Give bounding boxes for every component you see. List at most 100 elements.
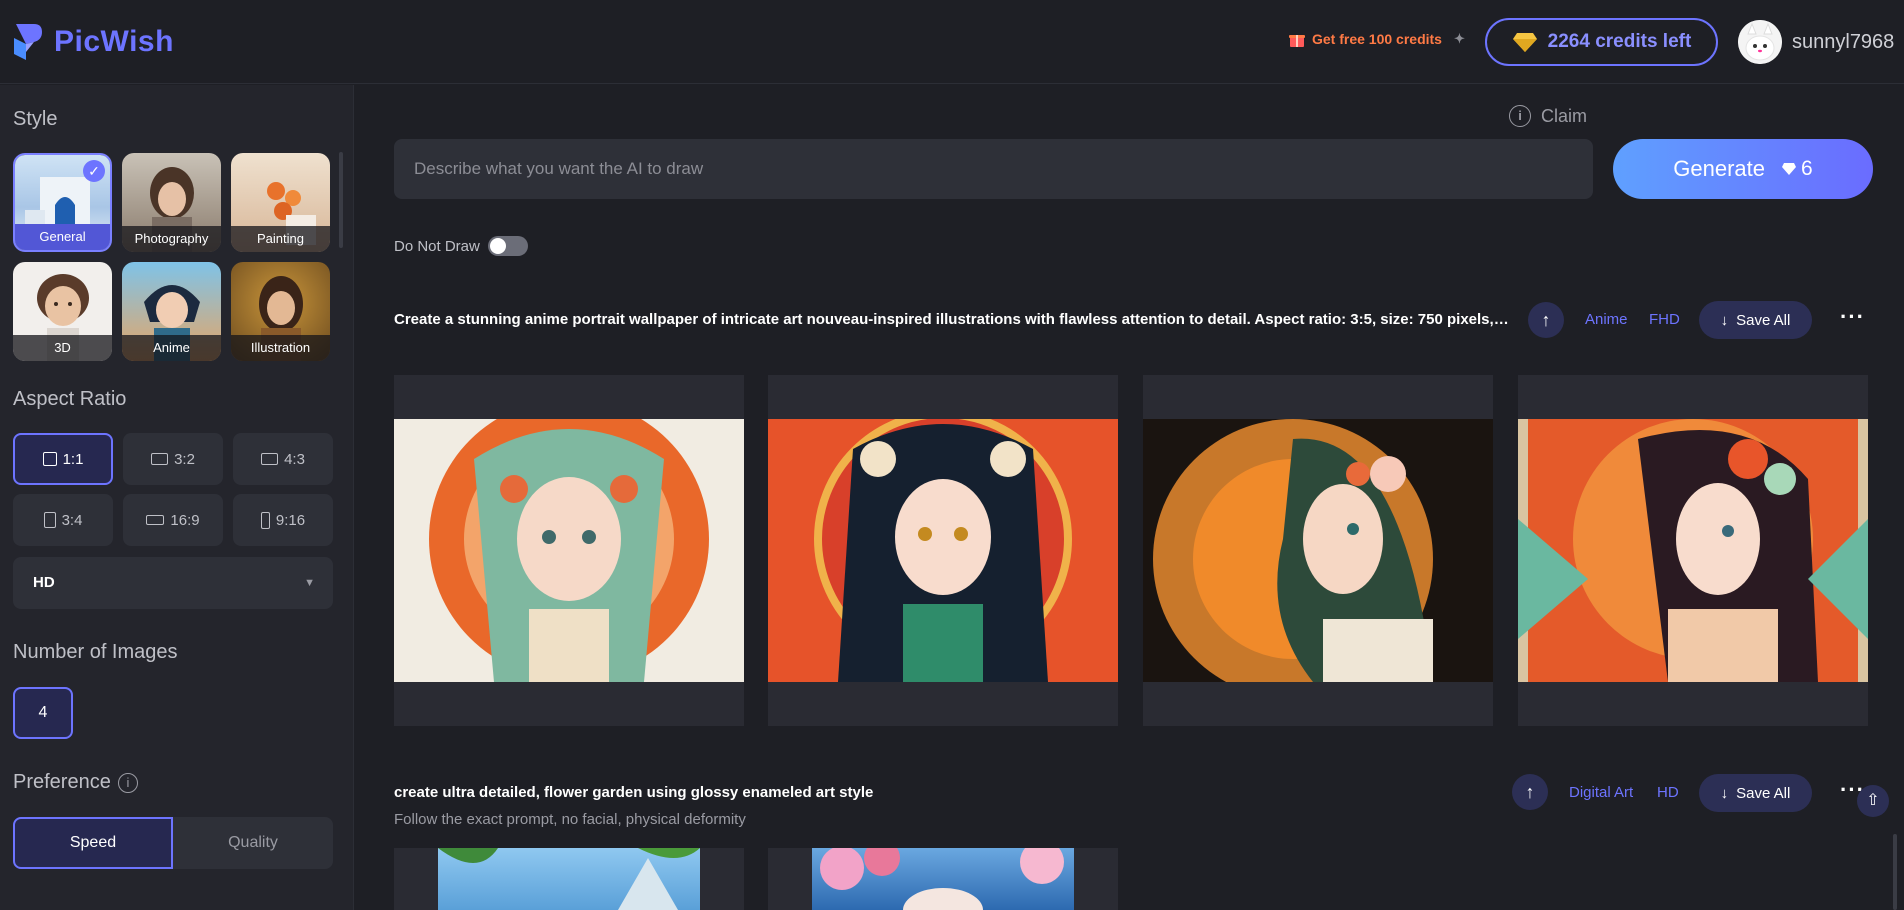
result-image bbox=[1143, 419, 1493, 682]
number-of-images-title: Number of Images bbox=[13, 641, 178, 663]
aspect-label: 9:16 bbox=[275, 511, 306, 529]
aspect-label: 16:9 bbox=[170, 511, 200, 529]
aspect-16-9-button[interactable]: 16:9 bbox=[123, 494, 223, 546]
avatar bbox=[1738, 20, 1782, 64]
style-illustration[interactable]: Illustration bbox=[231, 262, 330, 361]
do-not-draw-toggle[interactable] bbox=[487, 236, 528, 256]
landscape-icon bbox=[151, 453, 169, 465]
generate-button[interactable]: Generate 6 bbox=[1613, 139, 1873, 199]
number-of-images-button[interactable]: 4 bbox=[13, 687, 73, 739]
credits-label: 2264 credits left bbox=[1547, 31, 1692, 52]
more-icon[interactable]: ··· bbox=[1840, 304, 1865, 330]
style-painting[interactable]: Painting bbox=[231, 153, 330, 252]
preference-speed-button[interactable]: Speed bbox=[13, 817, 173, 869]
quality-tag: FHD bbox=[1649, 311, 1680, 328]
diamond-icon bbox=[1512, 33, 1537, 52]
landscape-icon bbox=[261, 453, 279, 465]
app-logo[interactable]: PicWish bbox=[12, 20, 174, 64]
save-all-button[interactable]: ↓ Save All bbox=[1699, 301, 1812, 339]
result-image-card[interactable] bbox=[1518, 375, 1868, 726]
claim-label: Claim bbox=[1541, 105, 1588, 126]
do-not-draw-label: Do Not Draw bbox=[394, 237, 480, 255]
aspect-3-2-button[interactable]: 3:2 bbox=[123, 433, 223, 485]
negative-prompt: Follow the exact prompt, no facial, phys… bbox=[394, 811, 746, 828]
preference-quality-button[interactable]: Quality bbox=[173, 817, 333, 869]
aspect-3-4-button[interactable]: 3:4 bbox=[13, 494, 113, 546]
tall-icon bbox=[260, 511, 270, 529]
wide-icon bbox=[146, 515, 165, 525]
generate-cost-value: 6 bbox=[1801, 157, 1813, 180]
reuse-prompt-button[interactable]: ↑ bbox=[1512, 774, 1548, 810]
save-all-label: Save All bbox=[1736, 784, 1791, 802]
arrow-up-icon: ↑ bbox=[1525, 782, 1535, 802]
sparkle-icon: ✦ bbox=[1453, 31, 1465, 46]
style-label: Photography bbox=[122, 226, 221, 252]
download-icon: ↓ bbox=[1720, 311, 1729, 329]
aspect-label: 4:3 bbox=[284, 450, 305, 468]
style-label: General bbox=[15, 224, 110, 250]
style-tag: Anime bbox=[1585, 311, 1628, 328]
style-label: Anime bbox=[122, 335, 221, 361]
prompt-input[interactable] bbox=[394, 139, 1593, 199]
generate-cost: 6 bbox=[1781, 157, 1813, 181]
style-photography[interactable]: Photography bbox=[122, 153, 221, 252]
do-not-draw-toggle-row: Do Not Draw bbox=[394, 236, 528, 256]
portrait-icon bbox=[43, 512, 56, 528]
arrow-up-icon: ⇧ bbox=[1866, 792, 1880, 809]
aspect-9-16-button[interactable]: 9:16 bbox=[233, 494, 333, 546]
result-image-card[interactable] bbox=[768, 375, 1118, 726]
download-icon: ↓ bbox=[1720, 784, 1729, 802]
result-image bbox=[1518, 419, 1868, 682]
caret-down-icon: ▼ bbox=[304, 577, 315, 589]
result-image-card[interactable] bbox=[768, 848, 1118, 910]
credits-button[interactable]: 2264 credits left bbox=[1485, 18, 1718, 66]
style-tag: Digital Art bbox=[1569, 784, 1634, 801]
claim-link[interactable]: i Claim bbox=[1509, 105, 1587, 127]
app-name: PicWish bbox=[54, 25, 174, 58]
result-image bbox=[768, 419, 1118, 682]
result-image-card[interactable] bbox=[394, 375, 744, 726]
diamond-icon bbox=[1782, 163, 1797, 175]
style-3d[interactable]: 3D bbox=[13, 262, 112, 361]
result-image bbox=[812, 848, 1074, 910]
info-icon[interactable]: i bbox=[118, 773, 138, 793]
aspect-label: 3:2 bbox=[174, 450, 195, 468]
user-menu[interactable]: sunnyl7968 bbox=[1738, 20, 1894, 64]
result-image-card[interactable] bbox=[1143, 375, 1493, 726]
toggle-knob bbox=[489, 238, 506, 254]
result-image bbox=[394, 419, 744, 682]
style-label: Illustration bbox=[231, 335, 330, 361]
arrow-up-icon: ↑ bbox=[1541, 310, 1551, 330]
resolution-select[interactable]: HD ▼ bbox=[13, 557, 333, 609]
result-image-card[interactable] bbox=[394, 848, 744, 910]
save-all-button[interactable]: ↓ Save All bbox=[1699, 774, 1812, 812]
username: sunnyl7968 bbox=[1792, 30, 1895, 53]
task-prompt: Create a stunning anime portrait wallpap… bbox=[394, 311, 1509, 328]
aspect-1-1-button[interactable]: 1:1 bbox=[13, 433, 113, 485]
free-credits-link[interactable]: Get free 100 credits ✦ bbox=[1288, 30, 1465, 48]
square-icon bbox=[42, 452, 57, 466]
style-label: Painting bbox=[231, 226, 330, 252]
free-credits-label: Get free 100 credits bbox=[1312, 31, 1442, 47]
top-bar: PicWish Get free 100 credits ✦ 2264 cred… bbox=[0, 0, 1904, 84]
aspect-label: 1:1 bbox=[62, 450, 84, 468]
style-anime[interactable]: Anime bbox=[122, 262, 221, 361]
style-scrollbar[interactable] bbox=[339, 152, 343, 248]
resolution-value: HD bbox=[33, 574, 55, 591]
info-icon: i bbox=[1509, 105, 1531, 127]
save-all-label: Save All bbox=[1736, 311, 1791, 329]
selected-check-icon: ✓ bbox=[83, 160, 105, 182]
result-image bbox=[438, 848, 700, 910]
gift-icon bbox=[1289, 35, 1305, 47]
style-title: Style bbox=[13, 108, 58, 130]
quality-tag: HD bbox=[1657, 784, 1679, 801]
aspect-4-3-button[interactable]: 4:3 bbox=[233, 433, 333, 485]
picwish-logo-icon bbox=[14, 24, 42, 60]
aspect-ratio-title: Aspect Ratio bbox=[13, 388, 127, 410]
reuse-prompt-button[interactable]: ↑ bbox=[1528, 302, 1564, 338]
aspect-label: 3:4 bbox=[61, 511, 83, 529]
main-scrollbar[interactable] bbox=[1893, 834, 1897, 910]
style-general[interactable]: ✓ General bbox=[13, 153, 112, 252]
scroll-to-top-button[interactable]: ⇧ bbox=[1857, 785, 1889, 817]
preference-title: Preference bbox=[13, 771, 111, 793]
